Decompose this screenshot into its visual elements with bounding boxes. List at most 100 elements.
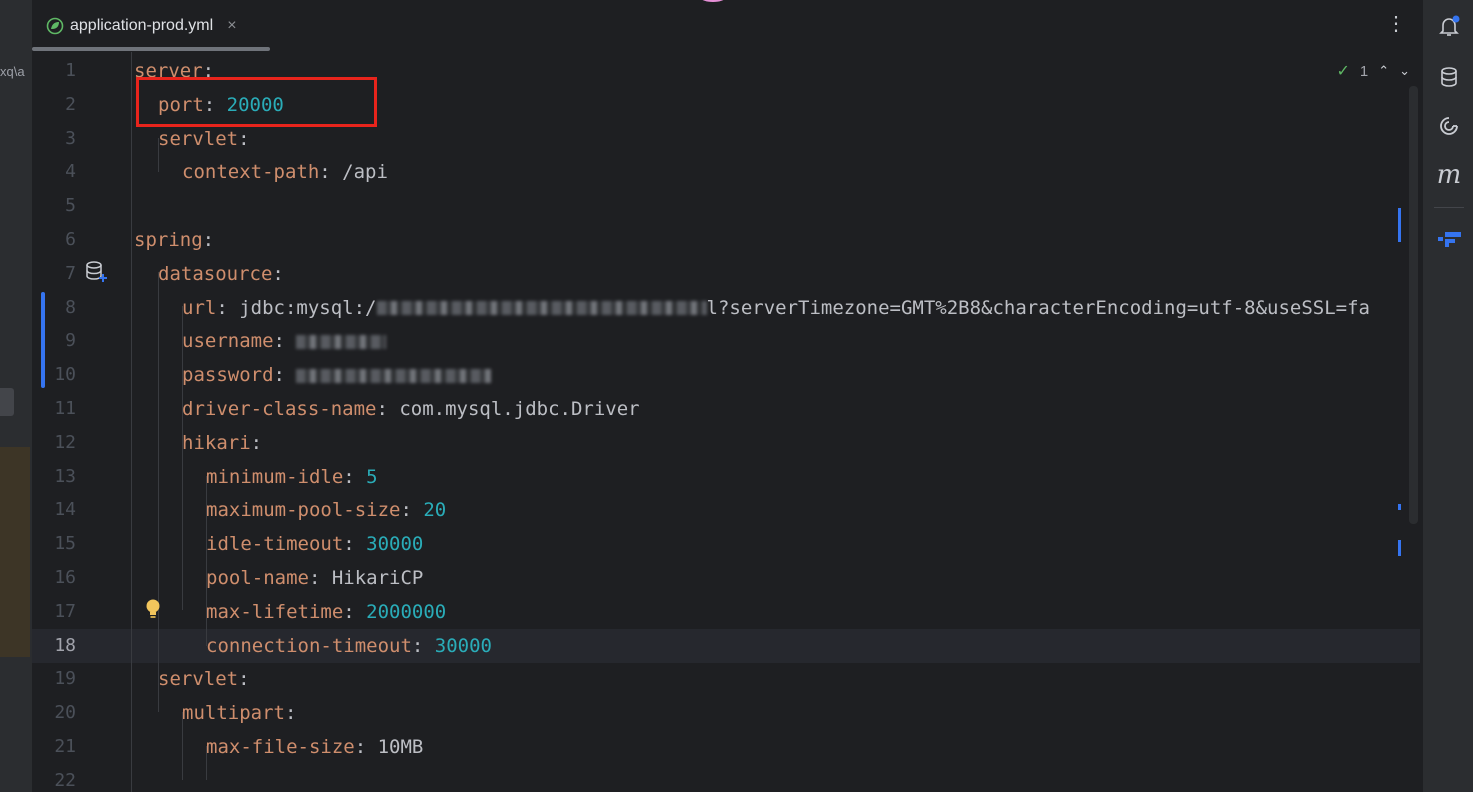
right-tool-window-bar: m [1422,0,1473,792]
code-line[interactable]: 18 connection-timeout: 30000 [32,628,1420,663]
code-text: multipart: [182,696,296,730]
yaml-colon: : [400,499,424,522]
redacted-value [296,334,387,349]
code-line[interactable]: 14 maximum-pool-size: 20 [32,493,1420,527]
yaml-colon: : [411,634,435,657]
line-number[interactable]: 17 [32,595,76,629]
code-line[interactable]: 7 datasource: [32,257,1420,291]
yaml-value: 5 [366,465,378,488]
yaml-colon: : [354,736,378,758]
line-number[interactable]: 2 [32,88,76,122]
yaml-value: 2000000 [366,600,447,623]
maven-glyph: m [1436,160,1462,190]
ai-assistant-icon[interactable] [1436,113,1462,139]
line-number[interactable]: 8 [32,291,76,325]
structure-plugin-icon[interactable] [1436,226,1462,252]
line-number[interactable]: 15 [32,527,76,561]
line-number[interactable]: 14 [32,493,76,527]
indent-guide [158,138,159,172]
line-number[interactable]: 4 [32,155,76,189]
database-icon[interactable] [1436,64,1462,90]
yaml-colon: : [272,262,284,285]
line-number[interactable]: 13 [32,460,76,494]
indent-guide [182,306,183,610]
code-text: password: [182,358,492,392]
yaml-colon: : [343,600,367,623]
code-line[interactable]: 21 max-file-size: 10MB [32,730,1420,764]
inspection-widget[interactable]: ✓ 1 ⌃ ⌄ [1336,61,1410,81]
spring-leaf-icon [46,17,64,35]
yaml-key: spring [134,229,203,251]
code-line[interactable]: 13 minimum-idle: 5 [32,460,1420,494]
code-text: url: jdbc:mysql:/ l?serverTimezone=GMT%2B… [182,291,1370,325]
code-line[interactable]: 16 pool-name: HikariCP [32,561,1420,595]
yaml-colon: : [343,465,367,488]
code-line[interactable]: 15 idle-timeout: 30000 [32,527,1420,561]
line-number[interactable]: 5 [32,189,76,223]
yaml-value: com.mysql.jdbc.Driver [399,398,640,420]
yaml-key: max-file-size [206,736,355,758]
more-actions-icon[interactable]: ⋮ [1386,14,1406,34]
vertical-scrollbar[interactable] [1409,86,1418,524]
yaml-value: 30000 [434,634,492,657]
line-number[interactable]: 22 [32,764,76,792]
code-line[interactable]: 11 driver-class-name: com.mysql.jdbc.Driv… [32,392,1420,426]
yaml-key: multipart [182,702,285,725]
datasource-gutter-icon[interactable] [84,260,108,284]
code-line[interactable]: 12 hikari: [32,426,1420,460]
line-number[interactable]: 21 [32,730,76,764]
code-text: context-path: /api [182,155,388,189]
close-icon[interactable]: × [227,17,236,35]
previous-problem-icon[interactable]: ⌃ [1378,63,1389,79]
code-line[interactable]: 19 servlet: [32,662,1420,696]
line-number[interactable]: 10 [32,358,76,392]
code-line[interactable]: 8 url: jdbc:mysql:/ l?serverTimezone=GMT%2… [32,291,1420,325]
yaml-colon: : [376,398,400,420]
code-line[interactable]: 17 max-lifetime: 2000000 [32,595,1420,629]
yaml-colon: : [273,330,297,353]
yaml-key: minimum-idle [206,465,344,488]
line-number[interactable]: 12 [32,426,76,460]
yaml-value: 30000 [366,533,424,556]
code-editor[interactable]: 1 server: 2 port: 20000 3 servlet: 4 context-pa… [32,52,1422,792]
line-number[interactable]: 7 [32,257,76,291]
notifications-icon[interactable] [1436,13,1462,39]
yaml-colon: : [273,364,297,387]
yaml-colon: : [343,533,367,556]
tab-application-prod-yml[interactable]: application-prod.yml × [46,8,237,44]
line-number[interactable]: 16 [32,561,76,595]
line-number[interactable]: 19 [32,662,76,696]
code-line[interactable]: 9 username: [32,324,1420,358]
check-icon: ✓ [1336,63,1350,80]
line-number[interactable]: 20 [32,696,76,730]
yaml-value: HikariCP [331,567,424,589]
lightbulb-icon[interactable] [144,598,162,620]
maven-icon[interactable]: m [1436,160,1462,190]
code-line[interactable]: 4 context-path: /api [32,155,1420,189]
indent-guide [158,272,159,712]
yaml-colon: : [284,702,297,725]
line-number[interactable]: 6 [32,223,76,257]
next-problem-icon[interactable]: ⌄ [1399,63,1410,79]
line-number[interactable]: 1 [32,54,76,88]
line-number[interactable]: 18 [32,629,76,663]
minimap-change-mark [1398,208,1401,242]
toolbar-separator [1434,207,1464,208]
window-decoration-dot [700,0,726,2]
code-line[interactable]: 22 [32,764,1420,792]
yaml-colon: : [216,296,240,319]
editor-tab-bar: application-prod.yml × ⋮ [32,0,1422,53]
indent-guide [206,476,207,646]
indent-guide [182,712,183,780]
line-number[interactable]: 3 [32,122,76,156]
panel-scroll-chip[interactable] [0,388,14,416]
code-line[interactable]: 10 password: [32,358,1420,392]
code-line[interactable]: 5 [32,189,1420,223]
line-number[interactable]: 9 [32,324,76,358]
line-number[interactable]: 11 [32,392,76,426]
yaml-key: max-lifetime [206,600,344,623]
vcs-change-marker[interactable] [41,292,45,388]
code-text: idle-timeout: 30000 [206,527,423,561]
code-line[interactable]: 6 spring: [32,223,1420,257]
code-line[interactable]: 20 multipart: [32,696,1420,730]
